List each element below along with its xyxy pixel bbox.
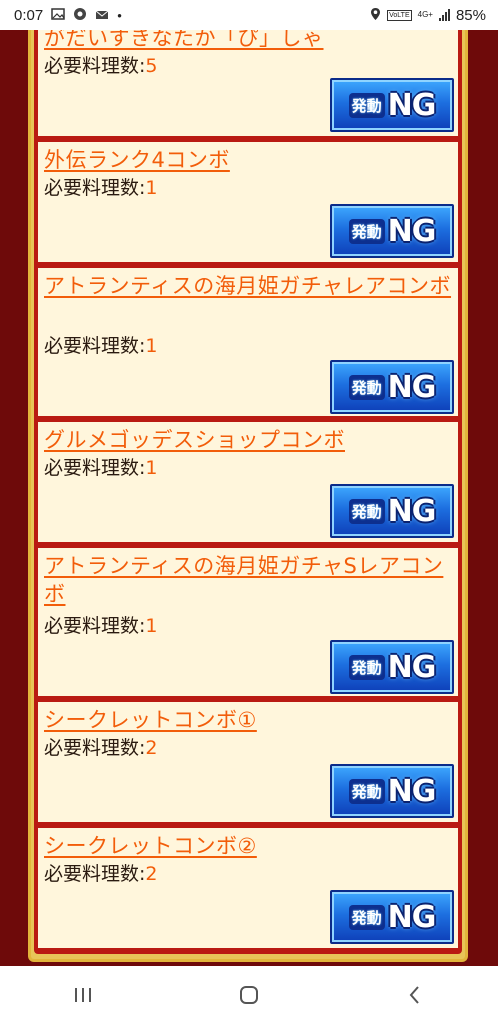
mail-icon [95, 8, 109, 22]
required-label: 必要料理数: [44, 863, 146, 885]
list-item: がだいすきなたか「ぴ」しゃ 必要料理数:5 発動 NG [38, 30, 458, 136]
battery-level: 85% [455, 6, 486, 24]
required-label: 必要料理数: [44, 457, 146, 479]
combo-title-link[interactable]: シークレットコンボ① [44, 706, 462, 734]
combo-title-link[interactable]: 外伝ランク4コンボ [44, 146, 462, 174]
combo-title-link[interactable]: アトランティスの海月姫ガチャレアコンボ [44, 272, 462, 300]
required-count: 必要料理数:1 [44, 614, 158, 638]
required-count: 必要料理数:2 [44, 736, 158, 760]
required-value: 2 [145, 863, 158, 885]
activate-ng-button[interactable]: 発動 NG [330, 640, 454, 694]
ng-label: NG [387, 773, 437, 809]
list-item: アトランティスの海月姫ガチャレアコンボ 必要料理数:1 発動 NG [38, 268, 458, 416]
required-label: 必要料理数: [44, 615, 146, 637]
combo-title-link[interactable]: がだいすきなたか「ぴ」しゃ [44, 30, 462, 52]
status-time: 0:07 [14, 6, 44, 24]
system-nav-bar [0, 966, 498, 1024]
ng-label: NG [387, 649, 437, 685]
list-item: アトランティスの海月姫ガチャSレアコンボ 必要料理数:1 発動 NG [38, 548, 458, 696]
ng-label: NG [387, 87, 437, 123]
combo-list: がだいすきなたか「ぴ」しゃ 必要料理数:5 発動 NG 外伝ランク4コンボ 必要… [34, 30, 462, 954]
activate-ng-button[interactable]: 発動 NG [330, 890, 454, 944]
activate-label: 発動 [348, 374, 385, 400]
required-label: 必要料理数: [44, 55, 146, 77]
required-value: 1 [145, 335, 158, 357]
activate-label: 発動 [348, 498, 385, 524]
combo-panel: がだいすきなたか「ぴ」しゃ 必要料理数:5 発動 NG 外伝ランク4コンボ 必要… [28, 30, 468, 962]
back-button[interactable] [385, 975, 445, 1015]
status-bar: 0:07 • VoLTE 4G+ 85% [0, 0, 498, 30]
ng-label: NG [387, 493, 437, 529]
list-item: グルメゴッデスショップコンボ 必要料理数:1 発動 NG [38, 422, 458, 542]
dot-icon: • [117, 7, 122, 23]
required-label: 必要料理数: [44, 737, 146, 759]
activate-label: 発動 [348, 904, 385, 930]
combo-title-link[interactable]: グルメゴッデスショップコンボ [44, 426, 462, 454]
list-item: シークレットコンボ② 必要料理数:2 発動 NG [38, 828, 458, 948]
home-button[interactable] [219, 975, 279, 1015]
network-type: 4G+ [417, 10, 433, 19]
activate-label: 発動 [348, 218, 385, 244]
activate-ng-button[interactable]: 発動 NG [330, 78, 454, 132]
page-background: がだいすきなたか「ぴ」しゃ 必要料理数:5 発動 NG 外伝ランク4コンボ 必要… [0, 30, 498, 966]
required-label: 必要料理数: [44, 335, 146, 357]
activate-ng-button[interactable]: 発動 NG [330, 360, 454, 414]
network-badge: VoLTE [387, 9, 412, 21]
ng-label: NG [387, 213, 437, 249]
required-value: 1 [145, 457, 158, 479]
recents-icon [75, 988, 91, 1002]
ng-label: NG [387, 369, 437, 405]
ng-label: NG [387, 899, 437, 935]
required-value: 2 [145, 737, 158, 759]
required-label: 必要料理数: [44, 177, 146, 199]
activate-ng-button[interactable]: 発動 NG [330, 764, 454, 818]
required-value: 1 [145, 177, 158, 199]
combo-title-link[interactable]: シークレットコンボ② [44, 832, 462, 860]
required-count: 必要料理数:1 [44, 334, 158, 358]
required-count: 必要料理数:1 [44, 176, 158, 200]
location-icon [370, 7, 381, 23]
signal-icon [438, 9, 450, 21]
image-icon [51, 8, 65, 22]
activate-ng-button[interactable]: 発動 NG [330, 484, 454, 538]
back-icon [409, 986, 419, 1004]
activate-ng-button[interactable]: 発動 NG [330, 204, 454, 258]
required-count: 必要料理数:5 [44, 54, 158, 78]
home-icon [240, 986, 258, 1004]
chrome-icon [73, 7, 87, 23]
activate-label: 発動 [348, 778, 385, 804]
recents-button[interactable] [53, 975, 113, 1015]
required-value: 1 [145, 615, 158, 637]
activate-label: 発動 [348, 92, 385, 118]
list-item: 外伝ランク4コンボ 必要料理数:1 発動 NG [38, 142, 458, 262]
required-count: 必要料理数:2 [44, 862, 158, 886]
list-item: シークレットコンボ① 必要料理数:2 発動 NG [38, 702, 458, 822]
activate-label: 発動 [348, 654, 385, 680]
combo-title-link[interactable]: アトランティスの海月姫ガチャSレアコンボ [44, 552, 462, 608]
required-value: 5 [145, 55, 158, 77]
required-count: 必要料理数:1 [44, 456, 158, 480]
